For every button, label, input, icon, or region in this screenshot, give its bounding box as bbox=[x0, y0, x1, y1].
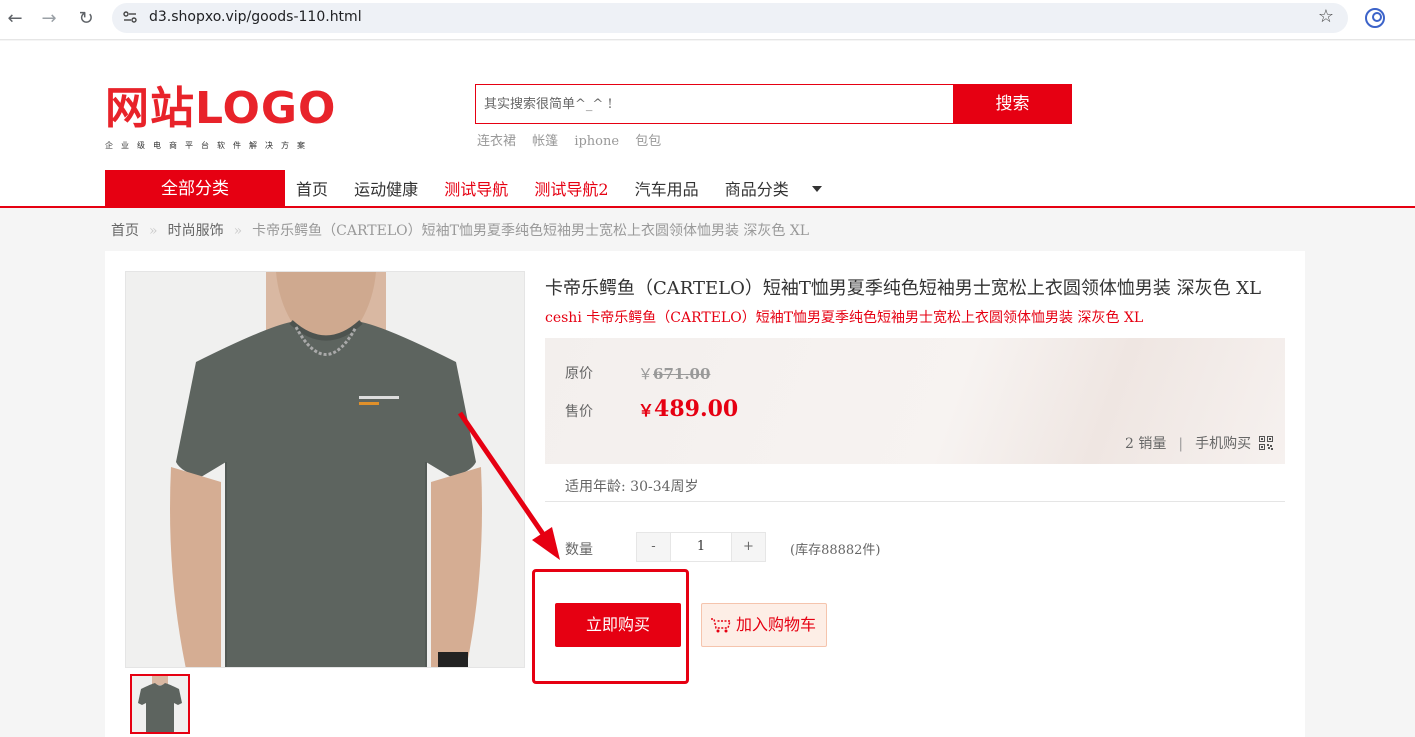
hot-word-link[interactable]: iphone bbox=[574, 134, 619, 149]
breadcrumb-current: 卡帝乐鳄鱼（CARTELO）短袖T恤男夏季纯色短袖男士宽松上衣圆领体恤男装 深灰… bbox=[252, 223, 810, 239]
sales-label: 销量 bbox=[1138, 436, 1167, 452]
hot-word-link[interactable]: 帐篷 bbox=[532, 134, 558, 149]
tshirt-thumbnail-image bbox=[132, 676, 188, 732]
site-logo[interactable]: 网站LOGO 企业级电商平台软件解决方案 bbox=[105, 84, 336, 151]
stock-info: (库存88882件) bbox=[790, 543, 881, 558]
nav-item-auto-supplies[interactable]: 汽车用品 bbox=[635, 180, 699, 199]
product-param: 适用年龄: 30-34周岁 bbox=[565, 479, 699, 495]
url-text[interactable]: d3.shopxo.vip/goods-110.html bbox=[149, 9, 362, 25]
search-input[interactable] bbox=[476, 85, 954, 123]
sales-stats: 2 销量 | 手机购买 bbox=[1125, 433, 1273, 453]
search-box: 搜索 bbox=[475, 84, 1072, 124]
quantity-plus-button[interactable]: + bbox=[731, 533, 765, 561]
browser-toolbar: ← → ↻ d3.shopxo.vip/goods-110.html ☆ bbox=[0, 0, 1415, 40]
breadcrumb-category[interactable]: 时尚服饰 bbox=[168, 223, 224, 239]
logo-cn-text: 网站 bbox=[105, 83, 195, 134]
nav-item-home[interactable]: 首页 bbox=[296, 180, 328, 199]
sale-price: ￥489.00 bbox=[638, 396, 738, 422]
original-price-label: 原价 bbox=[565, 366, 593, 382]
bookmark-star-icon[interactable]: ☆ bbox=[1318, 6, 1334, 27]
product-title: 卡帝乐鳄鱼（CARTELO）短袖T恤男夏季纯色短袖男士宽松上衣圆领体恤男装 深灰… bbox=[545, 278, 1262, 299]
nav-item-test-nav-2[interactable]: 测试导航2 bbox=[534, 180, 608, 199]
product-thumbnail[interactable] bbox=[130, 674, 190, 734]
product-main-image[interactable] bbox=[125, 271, 525, 668]
caret-down-icon bbox=[811, 186, 822, 192]
sale-price-label: 售价 bbox=[565, 404, 593, 420]
nav-item-test-nav[interactable]: 测试导航 bbox=[444, 180, 508, 199]
address-bar[interactable]: d3.shopxo.vip/goods-110.html ☆ bbox=[112, 3, 1348, 33]
buy-now-button[interactable]: 立即购买 bbox=[555, 603, 681, 647]
tshirt-photo bbox=[126, 272, 524, 667]
currency-symbol: ￥ bbox=[638, 401, 655, 420]
forward-icon[interactable]: → bbox=[38, 8, 60, 30]
stats-divider: | bbox=[1178, 436, 1184, 452]
breadcrumb-home[interactable]: 首页 bbox=[111, 223, 139, 239]
hot-word-link[interactable]: 包包 bbox=[635, 134, 661, 149]
add-to-cart-button[interactable]: 加入购物车 bbox=[701, 603, 827, 647]
cart-icon bbox=[711, 618, 731, 633]
currency-symbol: ￥ bbox=[638, 365, 654, 383]
breadcrumb: 首页 » 时尚服饰 » 卡帝乐鳄鱼（CARTELO）短袖T恤男夏季纯色短袖男士宽松上衣圆… bbox=[111, 220, 809, 240]
hot-search-words: 连衣裙 帐篷 iphone 包包 bbox=[477, 130, 673, 149]
nav-item-label: 商品分类 bbox=[724, 180, 789, 199]
quantity-stepper: - 1 + bbox=[636, 532, 766, 562]
main-nav: 首页 运动健康 测试导航 测试导航2 汽车用品 商品分类 bbox=[296, 176, 843, 200]
quantity-input[interactable]: 1 bbox=[671, 533, 731, 561]
all-categories-button[interactable]: 全部分类 bbox=[105, 170, 285, 208]
divider bbox=[545, 501, 1285, 502]
reload-icon[interactable]: ↻ bbox=[75, 8, 97, 30]
search-button[interactable]: 搜索 bbox=[953, 84, 1072, 124]
site-settings-icon[interactable] bbox=[122, 9, 138, 25]
profile-icon[interactable] bbox=[1365, 8, 1385, 28]
sales-count: 2 bbox=[1125, 436, 1134, 452]
hot-word-link[interactable]: 连衣裙 bbox=[477, 134, 516, 149]
back-icon[interactable]: ← bbox=[4, 8, 26, 30]
breadcrumb-separator: » bbox=[233, 223, 243, 239]
logo-tagline: 企业级电商平台软件解决方案 bbox=[105, 141, 313, 150]
nav-item-sports-health[interactable]: 运动健康 bbox=[354, 180, 418, 199]
product-subtitle: ceshi 卡帝乐鳄鱼（CARTELO）短袖T恤男夏季纯色短袖男士宽松上衣圆领体… bbox=[545, 310, 1144, 326]
original-price-value: 671.00 bbox=[653, 365, 711, 383]
nav-item-product-categories[interactable]: 商品分类 bbox=[725, 180, 822, 199]
mobile-buy-link[interactable]: 手机购买 bbox=[1195, 436, 1251, 452]
original-price: ￥671.00 bbox=[638, 363, 710, 384]
add-to-cart-label: 加入购物车 bbox=[736, 615, 817, 634]
breadcrumb-separator: » bbox=[149, 223, 158, 239]
logo-en-text: LOGO bbox=[195, 83, 337, 134]
quantity-minus-button[interactable]: - bbox=[637, 533, 671, 561]
qr-code-icon[interactable] bbox=[1258, 436, 1273, 450]
quantity-label: 数量 bbox=[565, 542, 593, 558]
main-nav-bar: 全部分类 首页 运动健康 测试导航 测试导航2 汽车用品 商品分类 bbox=[0, 166, 1415, 208]
sale-price-value: 489.00 bbox=[654, 396, 739, 422]
